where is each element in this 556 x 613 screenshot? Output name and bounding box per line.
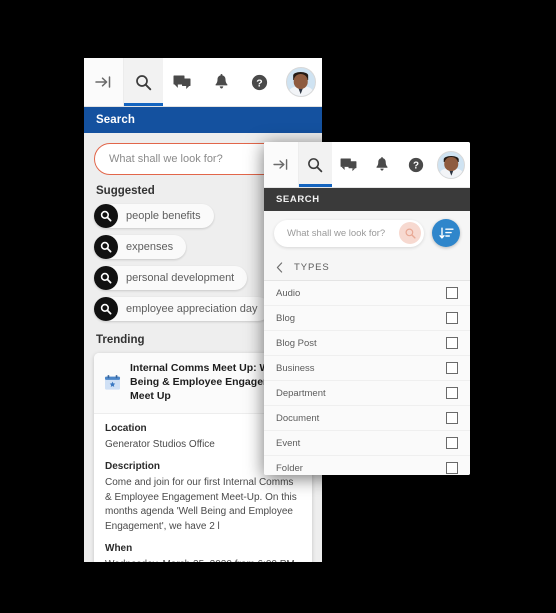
tab-notifications[interactable]	[366, 142, 400, 187]
list-item[interactable]: Department	[264, 381, 470, 406]
tab-notifications[interactable]	[202, 58, 241, 106]
collapse-nav-button[interactable]	[264, 142, 299, 187]
field-value-description: Come and join for our first Internal Com…	[105, 477, 297, 532]
mobile-page-title-bar: SEARCH	[264, 188, 470, 211]
field-label-when: When	[105, 543, 133, 555]
sort-icon	[438, 227, 454, 240]
type-label: Folder	[276, 462, 303, 474]
search-icon	[94, 204, 118, 228]
avatar	[285, 67, 316, 97]
suggested-chip[interactable]: employee appreciation day	[94, 297, 271, 321]
list-item[interactable]: Audio	[264, 281, 470, 306]
chip-label: people benefits	[126, 210, 201, 222]
list-item[interactable]: Blog Post	[264, 331, 470, 356]
search-icon	[94, 266, 118, 290]
checkbox[interactable]	[446, 437, 458, 449]
search-icon	[135, 74, 152, 91]
tab-search[interactable]	[123, 58, 163, 106]
collapse-nav-icon	[95, 75, 112, 89]
checkbox[interactable]	[446, 387, 458, 399]
bell-icon	[375, 156, 389, 173]
suggested-chip[interactable]: people benefits	[94, 204, 214, 228]
types-list: Audio Blog Blog Post Business Department…	[264, 281, 470, 475]
tab-search[interactable]	[298, 142, 333, 187]
checkbox[interactable]	[446, 462, 458, 474]
tab-help[interactable]: ?	[240, 58, 279, 106]
list-item[interactable]: Folder	[264, 456, 470, 475]
mobile-search-panel: ? SEARCH What shall we look for? TYPES A…	[264, 142, 470, 475]
avatar-button[interactable]	[279, 58, 322, 106]
chat-icon	[340, 157, 357, 172]
svg-text:?: ?	[413, 160, 419, 171]
type-label: Event	[276, 437, 301, 449]
field-value-when: Wednesday, March 25, 2020 from 6:00 PM u…	[105, 558, 301, 562]
chevron-left-icon[interactable]	[276, 262, 283, 273]
tab-help[interactable]: ?	[399, 142, 433, 187]
search-input[interactable]: What shall we look for?	[274, 219, 424, 247]
types-title: TYPES	[294, 262, 330, 273]
avatar-button[interactable]	[433, 142, 470, 187]
checkbox[interactable]	[446, 412, 458, 424]
type-label: Business	[276, 362, 315, 374]
search-placeholder: What shall we look for?	[287, 227, 386, 239]
search-submit-button[interactable]	[399, 222, 421, 244]
types-header[interactable]: TYPES	[264, 256, 470, 281]
sort-button[interactable]	[432, 219, 460, 247]
bell-icon	[214, 73, 229, 91]
type-label: Audio	[276, 287, 301, 299]
chip-label: employee appreciation day	[126, 303, 258, 315]
calendar-event-icon	[104, 374, 121, 391]
collapse-nav-icon	[273, 158, 289, 171]
avatar	[437, 150, 466, 179]
screenshot-stage: ? Search What shall we look for? Suggest…	[0, 0, 556, 613]
desktop-toolbar: ?	[84, 58, 322, 107]
list-item[interactable]: Blog	[264, 306, 470, 331]
search-icon	[405, 228, 416, 239]
tab-chat[interactable]	[332, 142, 366, 187]
chat-icon	[173, 75, 191, 90]
mobile-search-row: What shall we look for?	[264, 211, 470, 256]
svg-text:?: ?	[257, 77, 263, 89]
list-item[interactable]: Business	[264, 356, 470, 381]
checkbox[interactable]	[446, 287, 458, 299]
mobile-toolbar: ?	[264, 142, 470, 188]
search-icon	[307, 157, 323, 173]
checkbox[interactable]	[446, 362, 458, 374]
checkbox[interactable]	[446, 337, 458, 349]
checkbox[interactable]	[446, 312, 458, 324]
page-title: Search	[96, 114, 135, 126]
mobile-page-title: SEARCH	[276, 194, 320, 205]
page-title-bar: Search	[84, 107, 322, 133]
suggested-chip[interactable]: personal development	[94, 266, 248, 290]
tab-chat[interactable]	[163, 58, 202, 106]
search-icon	[94, 235, 118, 259]
type-label: Document	[276, 412, 320, 424]
type-label: Department	[276, 387, 326, 399]
list-item[interactable]: Document	[264, 406, 470, 431]
suggested-chip[interactable]: expenses	[94, 235, 187, 259]
chip-label: personal development	[126, 272, 235, 284]
type-label: Blog Post	[276, 337, 317, 349]
chip-label: expenses	[126, 241, 174, 253]
search-icon	[94, 297, 118, 321]
collapse-nav-button[interactable]	[84, 58, 124, 106]
help-icon: ?	[408, 157, 424, 173]
search-placeholder: What shall we look for?	[109, 153, 223, 165]
list-item[interactable]: Event	[264, 431, 470, 456]
help-icon: ?	[251, 74, 268, 91]
type-label: Blog	[276, 312, 296, 324]
